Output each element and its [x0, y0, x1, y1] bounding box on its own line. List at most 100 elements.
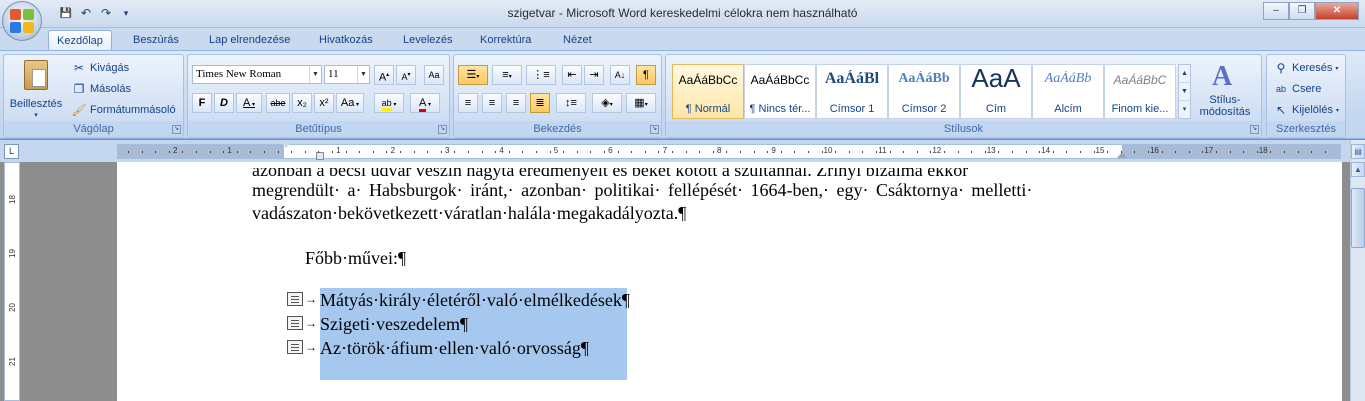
align-center-button[interactable]: ≡ — [482, 93, 502, 113]
styles-scroll-up-icon[interactable]: ▲ — [1179, 65, 1190, 83]
paste-button[interactable]: Beillesztés ▾ — [8, 58, 64, 120]
strikethrough-button[interactable]: abe — [266, 93, 290, 113]
document-page[interactable]: azonban a bécsi udvar vészin hagyta ered… — [117, 162, 1342, 401]
horizontal-ruler[interactable]: 2 1 1 2 3 4 5 6 7 8 9 10 11 12 13 14 15 16 17 18 — [117, 142, 1341, 160]
left-indent-marker[interactable] — [316, 152, 324, 160]
paragraph-launcher-icon[interactable]: ↘ — [650, 125, 659, 134]
superscript-button[interactable]: x² — [314, 93, 334, 113]
style-subtitle[interactable]: AaÁáBb Alcím — [1032, 64, 1104, 119]
ruler-tick — [427, 151, 429, 153]
bold-button[interactable]: F — [192, 93, 212, 113]
style-normal[interactable]: AaÁáBbCc ¶ Normál — [672, 64, 744, 119]
tab-nezet[interactable]: Nézet — [555, 30, 600, 50]
ruler-tick — [182, 151, 184, 153]
ruler-tick — [1039, 151, 1041, 153]
grow-font-button[interactable]: A▴ — [374, 65, 394, 85]
workspace-right — [1342, 162, 1350, 401]
ruler-tick — [957, 151, 959, 153]
show-marks-button[interactable]: ¶ — [636, 65, 656, 85]
increase-indent-button[interactable]: ⇥ — [584, 65, 604, 85]
style-heading-2[interactable]: AaÁáBb Címsor 2 — [888, 64, 960, 119]
tab-hivatkozas[interactable]: Hivatkozás — [311, 30, 381, 50]
tab-levelezes[interactable]: Levelezés — [395, 30, 461, 50]
ruler-tick — [808, 151, 809, 153]
select-button[interactable]: ↖ Kijelölés ▾ — [1273, 102, 1339, 118]
replace-button[interactable]: ab Csere — [1273, 81, 1321, 97]
font-name-combo[interactable]: Times New Roman ▼ — [192, 65, 322, 84]
right-indent-marker[interactable] — [1117, 152, 1127, 158]
view-ruler-icon[interactable]: ▤ — [1351, 144, 1365, 159]
window-title: szigetvar - Microsoft Word kereskedelmi … — [507, 6, 858, 20]
bullets-button[interactable]: ☰▾ — [458, 65, 488, 85]
clipboard-launcher-icon[interactable]: ↘ — [172, 125, 181, 134]
ruler-number: 14 — [1041, 146, 1051, 155]
style-no-spacing[interactable]: AaÁáBbCc ¶ Nincs tér... — [744, 64, 816, 119]
styles-launcher-icon[interactable]: ↘ — [1250, 125, 1259, 134]
style-title[interactable]: AaA Cím — [960, 63, 1032, 119]
vertical-ruler[interactable]: 18 19 20 21 — [4, 162, 20, 401]
font-size-combo[interactable]: 11 ▼ — [324, 65, 370, 84]
style-heading-1[interactable]: AaÁáBl Címsor 1 — [816, 64, 888, 119]
align-center-icon: ≡ — [488, 97, 496, 109]
close-button[interactable]: ✕ — [1315, 2, 1359, 20]
tab-kezdolap[interactable]: Kezdőlap — [48, 30, 112, 50]
subscript-button[interactable]: x₂ — [292, 93, 312, 113]
paint-bucket-icon: ◈ — [601, 97, 610, 109]
underline-button[interactable]: A ▾ — [236, 93, 262, 113]
decrease-indent-button[interactable]: ⇤ — [562, 65, 582, 85]
ruler-number: 11 — [878, 146, 887, 155]
clipboard-group: Beillesztés ▾ ✂ Kivágás ❐ Másolás 🖌 Form… — [3, 54, 184, 138]
copy-button[interactable]: ❐ Másolás — [71, 81, 131, 97]
scroll-thumb[interactable] — [1351, 188, 1365, 248]
align-left-button[interactable]: ≡ — [458, 93, 478, 113]
justify-button[interactable]: ≣ — [530, 93, 550, 113]
tab-korrektura[interactable]: Korrektúra — [472, 30, 539, 50]
font-color-button[interactable]: A ▾ — [410, 93, 440, 113]
font-launcher-icon[interactable]: ↘ — [438, 125, 447, 134]
ruler-tick — [386, 151, 388, 153]
shrink-font-button[interactable]: A▾ — [396, 65, 416, 85]
vertical-ruler-number: 19 — [7, 249, 17, 258]
ruler-number: 7 — [662, 146, 668, 155]
line-spacing-button[interactable]: ↕≡ — [556, 93, 586, 113]
highlight-button[interactable]: ab ▾ — [374, 93, 404, 113]
styles-scroll-down-icon[interactable]: ▼ — [1179, 83, 1190, 101]
scroll-up-icon[interactable]: ▲ — [1351, 162, 1365, 177]
change-case-button[interactable]: Aa ▾ — [336, 93, 364, 113]
vertical-scrollbar[interactable]: ▤ ▲ — [1350, 140, 1365, 401]
paste-label: Beillesztés — [9, 98, 63, 110]
format-painter-button[interactable]: 🖌 Formátummásoló — [71, 102, 175, 118]
ruler-tick — [1297, 151, 1299, 153]
italic-button[interactable]: D — [214, 93, 234, 113]
first-line-indent-marker[interactable] — [281, 142, 291, 148]
ruler-tick — [1120, 151, 1122, 153]
style-subtle-emphasis[interactable]: AaÁáBbC Finom kie... — [1104, 64, 1176, 119]
tab-beszuras[interactable]: Beszúrás — [125, 30, 187, 50]
change-styles-button[interactable]: A Stílus- módosítás — [1194, 59, 1256, 121]
sort-button[interactable]: A↓ — [610, 65, 630, 85]
ruler-tick — [508, 151, 510, 153]
ruler-number: 15 — [1095, 146, 1105, 155]
font-name-dropdown-icon[interactable]: ▼ — [309, 66, 321, 83]
clear-formatting-button[interactable]: Aa — [424, 65, 444, 85]
borders-button[interactable]: ▦▾ — [626, 93, 656, 113]
ruler-tick — [916, 151, 918, 153]
ruler-tick — [304, 151, 306, 153]
ruler-tick — [1216, 151, 1217, 153]
find-button[interactable]: ⚲ Keresés ▾ — [1273, 60, 1339, 76]
minimize-button[interactable]: – — [1263, 2, 1289, 20]
ruler-tick — [1025, 151, 1027, 153]
restore-button[interactable]: ❐ — [1289, 2, 1315, 20]
styles-more-icon[interactable]: ▾ — [1179, 101, 1190, 118]
office-button[interactable] — [2, 1, 42, 41]
shading-button[interactable]: ◈▾ — [592, 93, 622, 113]
multilevel-list-button[interactable]: ⋮≡ — [526, 65, 556, 85]
tab-lap-elrendezese[interactable]: Lap elrendezése — [201, 30, 298, 50]
tab-selector[interactable]: L — [4, 144, 19, 159]
ruler-number: 2 — [390, 146, 396, 155]
font-size-dropdown-icon[interactable]: ▼ — [357, 66, 369, 83]
list-bullet-icon — [287, 316, 303, 330]
cut-button[interactable]: ✂ Kivágás — [71, 60, 129, 76]
numbering-button[interactable]: ≡▾ — [492, 65, 522, 85]
align-right-button[interactable]: ≡ — [506, 93, 526, 113]
